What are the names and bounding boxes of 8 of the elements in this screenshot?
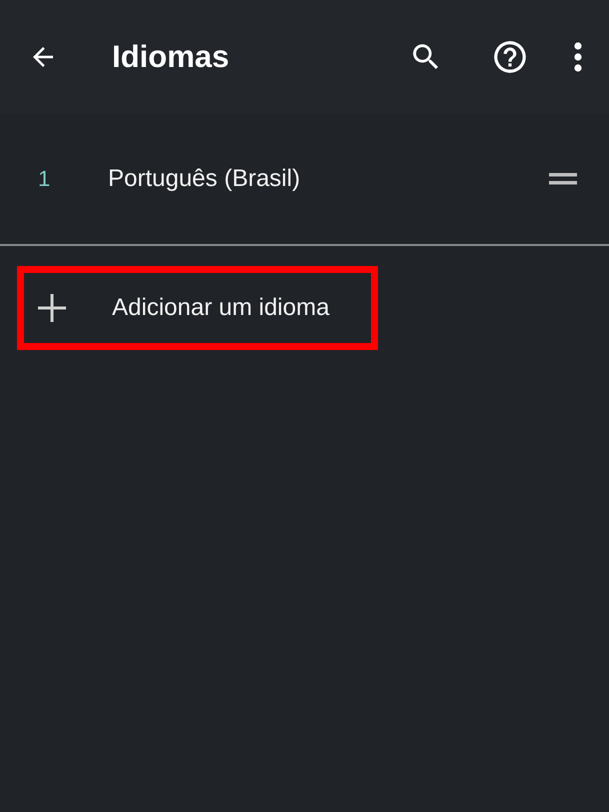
add-language-button[interactable]: Adicionar um idioma	[17, 266, 378, 350]
more-icon	[573, 42, 583, 72]
plus-icon	[38, 294, 66, 322]
drag-handle-icon[interactable]	[549, 173, 577, 185]
help-icon	[491, 38, 529, 76]
language-name: Português (Brasil)	[108, 165, 302, 193]
screen-title: Idiomas	[112, 39, 230, 75]
language-number: 1	[38, 166, 52, 192]
